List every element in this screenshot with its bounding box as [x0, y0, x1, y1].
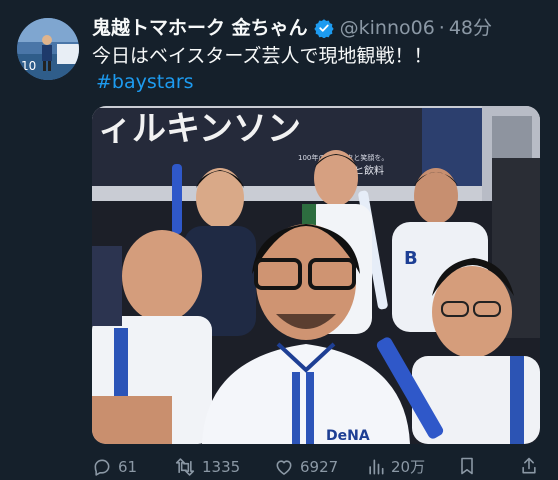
- svg-text:10: 10: [21, 59, 36, 73]
- views-chart-icon: [367, 457, 385, 477]
- reply-icon: [92, 457, 112, 477]
- timestamp[interactable]: 48分: [449, 14, 492, 42]
- views-button[interactable]: 20万: [367, 456, 425, 478]
- tweet-header: 鬼越トマホーク 金ちゃん @kinno06 · 48分: [92, 14, 492, 42]
- share-icon: [520, 456, 538, 476]
- photo-image: ィルキンソン 100年のワクワクと笑顔を。 アサヒ飲料 B: [92, 106, 540, 444]
- avatar-image: 10: [17, 18, 79, 80]
- like-button[interactable]: 6927: [274, 456, 338, 478]
- jersey-text: DeNA: [326, 428, 370, 444]
- tweet-action-bar: 61 1335 6927 20万: [92, 456, 544, 478]
- tweet-text: 今日はベイスターズ芸人で現地観戦！！: [92, 45, 433, 67]
- share-button[interactable]: [520, 456, 538, 476]
- repost-button[interactable]: 1335: [174, 456, 240, 478]
- views-count: 20万: [391, 458, 426, 476]
- cap-logo-text: B: [404, 248, 418, 269]
- user-handle[interactable]: @kinno06: [340, 14, 435, 42]
- tweet-photo[interactable]: ィルキンソン 100年のワクワクと笑顔を。 アサヒ飲料 B: [92, 106, 540, 444]
- heart-icon: [274, 457, 294, 477]
- reply-button[interactable]: 61: [92, 456, 137, 478]
- reply-count: 61: [118, 458, 138, 476]
- bookmark-icon: [458, 456, 476, 476]
- bookmark-button[interactable]: [458, 456, 476, 476]
- hashtag-link[interactable]: #baystars: [96, 68, 194, 96]
- repost-count: 1335: [202, 458, 241, 476]
- billboard-text: ィルキンソン: [98, 109, 301, 149]
- verified-badge-icon: [313, 18, 334, 38]
- like-count: 6927: [300, 458, 339, 476]
- avatar[interactable]: 10: [17, 18, 79, 80]
- display-name[interactable]: 鬼越トマホーク 金ちゃん: [92, 14, 308, 42]
- repost-icon: [174, 457, 196, 477]
- separator-dot: ·: [438, 17, 445, 39]
